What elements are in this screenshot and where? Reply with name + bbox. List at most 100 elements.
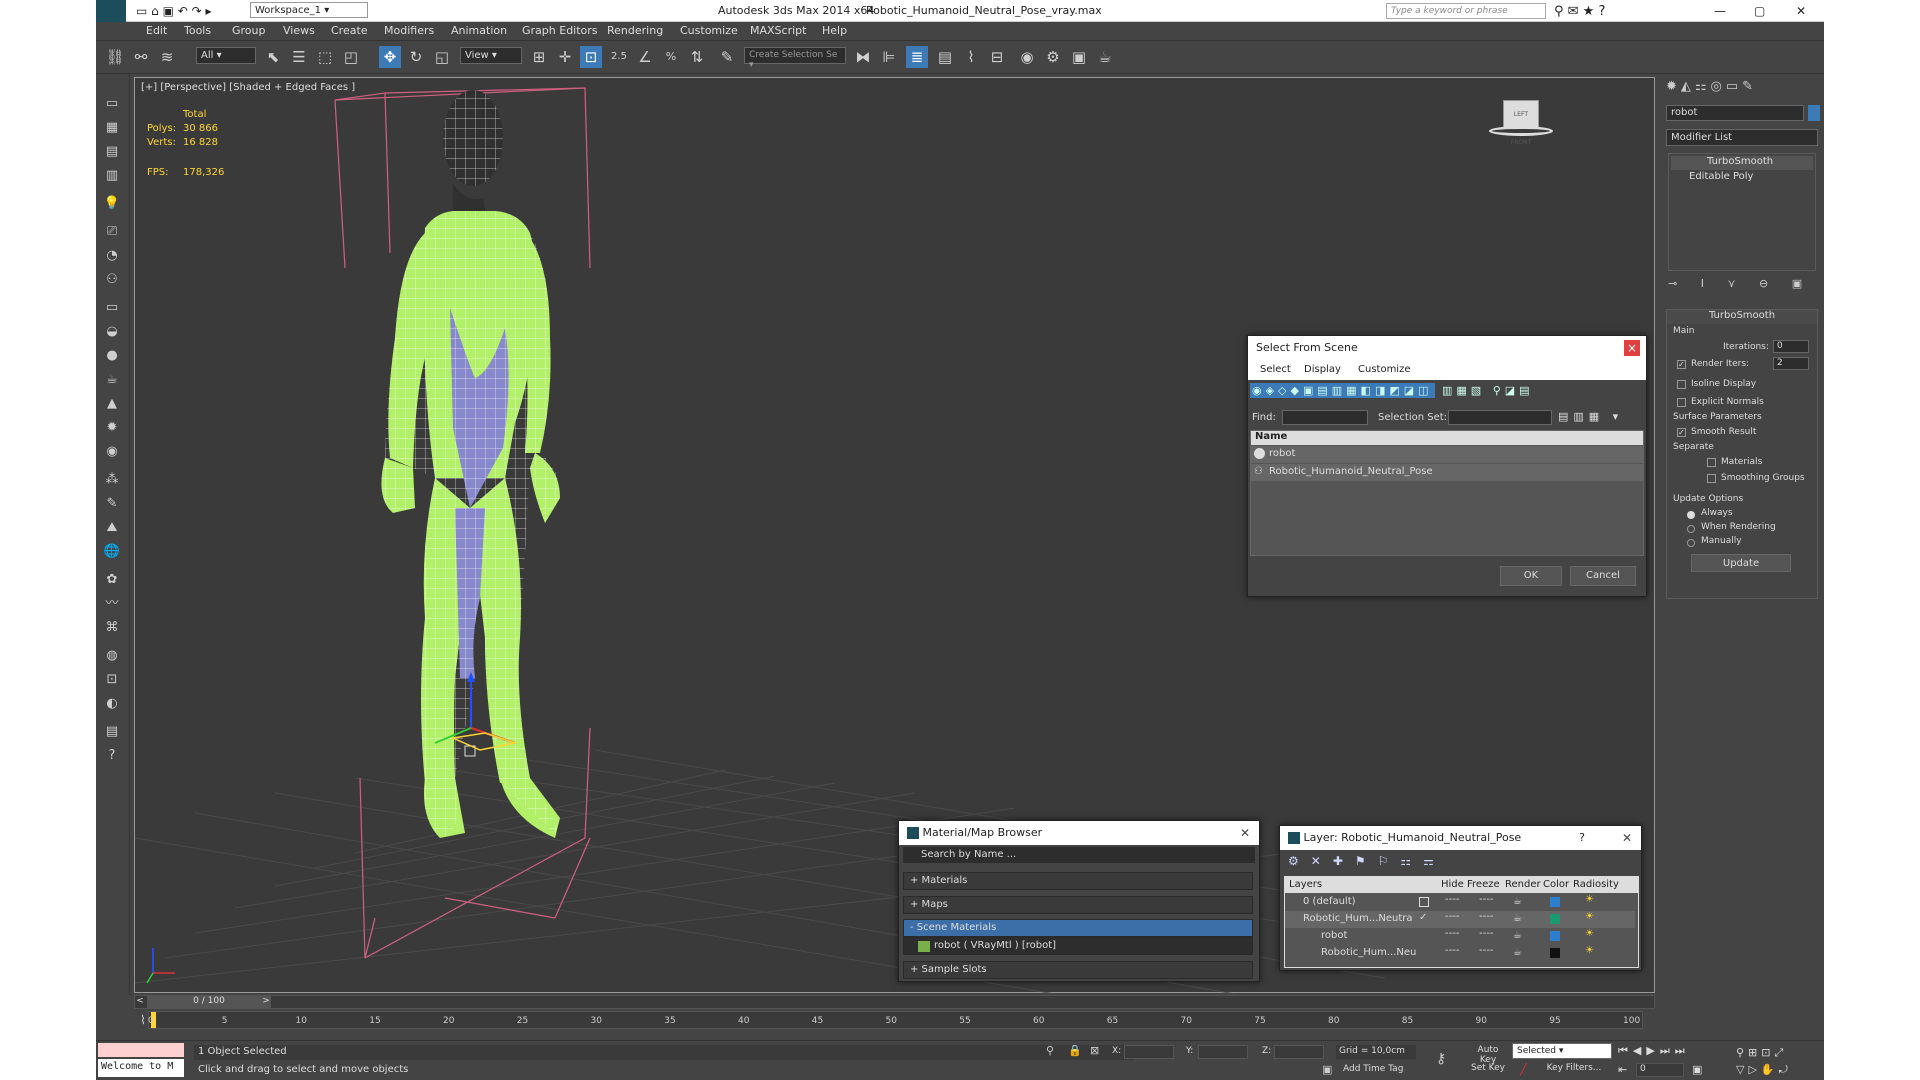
percent-snap-icon[interactable]: % xyxy=(660,46,682,68)
layer-color-swatch[interactable] xyxy=(1550,931,1560,941)
infocenter-icons[interactable]: ⚲ ✉ ★ ? xyxy=(1554,4,1605,19)
modifier-editable-poly[interactable]: Editable Poly xyxy=(1671,171,1813,185)
rectangular-selection-icon[interactable]: ⬚ xyxy=(314,46,336,68)
materials-checkbox[interactable] xyxy=(1707,458,1716,467)
col-layers[interactable]: Layers xyxy=(1289,879,1322,890)
radiosity-icon[interactable]: ☀ xyxy=(1585,911,1594,922)
render-teapot-icon[interactable]: ☕ xyxy=(1513,913,1522,924)
hide-toggle[interactable]: ---- xyxy=(1445,911,1459,922)
spinner-snap-icon[interactable]: ⇅ xyxy=(686,46,708,68)
col-freeze[interactable]: Freeze xyxy=(1467,879,1500,890)
select-and-rotate-icon[interactable]: ↻ xyxy=(405,46,427,68)
app-logo-icon[interactable] xyxy=(96,0,126,22)
material-ball-icon[interactable]: ◍ xyxy=(102,646,122,666)
object-name-input[interactable]: robot xyxy=(1666,105,1804,121)
link-icon[interactable]: ⛓ xyxy=(104,46,126,68)
schematic-view-icon[interactable]: ⊟ xyxy=(986,46,1008,68)
key-selection-select[interactable]: Selected ▾ xyxy=(1512,1043,1612,1059)
list-item[interactable]: robot xyxy=(1251,446,1643,463)
graphite-tools-icon[interactable]: ▤ xyxy=(934,46,956,68)
maxscript-listener[interactable]: Welcome to M xyxy=(98,1059,184,1077)
explicit-normals-checkbox[interactable] xyxy=(1677,398,1686,407)
window-crossing-icon[interactable]: ◰ xyxy=(340,46,362,68)
sphere-icon[interactable]: ● xyxy=(102,346,122,366)
teapot-icon[interactable]: ☕ xyxy=(102,370,122,390)
search-input[interactable]: Type a keyword or phrase xyxy=(1386,3,1546,19)
layer-color-swatch[interactable] xyxy=(1550,948,1560,958)
slider-prev-icon[interactable]: < xyxy=(135,996,145,1008)
freeze-toggle[interactable]: ---- xyxy=(1479,945,1493,956)
maxscript-listener-pink[interactable] xyxy=(98,1043,184,1057)
current-layer-checkbox[interactable] xyxy=(1419,897,1429,907)
radiosity-icon[interactable]: ☀ xyxy=(1585,894,1594,905)
command-panel-tabs[interactable]: ✹◭⚏◎▭✎ xyxy=(1666,79,1816,97)
layer-help-icon[interactable]: ? xyxy=(1579,831,1585,844)
materials-section[interactable]: + Materials xyxy=(903,872,1253,890)
viewport-icon-3[interactable]: ▤ xyxy=(102,142,122,162)
select-and-scale-icon[interactable]: ◱ xyxy=(431,46,453,68)
layer-dialog-close-icon[interactable]: ✕ xyxy=(1619,830,1635,846)
freeze-toggle[interactable]: ---- xyxy=(1479,894,1493,905)
helper-icon[interactable]: ◔ xyxy=(102,246,122,266)
current-layer-check-icon[interactable]: ✓ xyxy=(1419,912,1427,923)
bind-space-warp-icon[interactable]: ≋ xyxy=(156,46,178,68)
help-icon[interactable]: ? xyxy=(102,746,122,766)
hide-toggle[interactable]: ---- xyxy=(1445,945,1459,956)
selection-filter-select[interactable]: All ▾ xyxy=(196,47,256,64)
plant-icon[interactable]: ✿ xyxy=(102,570,122,590)
manually-radio[interactable] xyxy=(1687,539,1695,547)
col-color[interactable]: Color xyxy=(1543,879,1569,890)
time-configuration-icon[interactable]: ▣ xyxy=(1692,1063,1702,1076)
edit-named-selection-icon[interactable]: ✎ xyxy=(716,46,738,68)
object-color-swatch[interactable] xyxy=(1808,105,1820,121)
menu-animation[interactable]: Animation xyxy=(451,24,507,37)
scene-icon[interactable]: ⊡ xyxy=(102,670,122,690)
mountain-icon[interactable]: ⛰ xyxy=(102,518,122,538)
menu-help[interactable]: Help xyxy=(822,24,847,37)
radiosity-icon[interactable]: ☀ xyxy=(1585,945,1594,956)
always-radio[interactable] xyxy=(1687,511,1695,519)
freeze-toggle[interactable]: ---- xyxy=(1479,911,1493,922)
mirror-icon[interactable]: ⧓ xyxy=(852,46,874,68)
select-manipulate-icon[interactable]: ✛ xyxy=(554,46,576,68)
x-coord-input[interactable] xyxy=(1124,1045,1174,1059)
iterations-spinner[interactable]: 0 xyxy=(1773,340,1809,353)
viewport-icon-1[interactable]: ▭ xyxy=(102,94,122,114)
cancel-button[interactable]: Cancel xyxy=(1570,566,1636,586)
ok-button[interactable]: OK xyxy=(1500,566,1562,586)
rollout-title[interactable]: TurboSmooth xyxy=(1667,310,1817,324)
lock-selection-icon[interactable]: 🔒 xyxy=(1068,1044,1082,1057)
rendered-frame-window-icon[interactable]: ▣ xyxy=(1068,46,1090,68)
smooth-result-checkbox[interactable]: ✓ xyxy=(1677,428,1686,437)
snaps-toggle-icon[interactable]: 2.5 xyxy=(608,46,630,68)
table-row[interactable]: Robotic_Hum...Neu ---- ---- ☕ ☀ xyxy=(1285,945,1635,962)
slider-next-icon[interactable]: > xyxy=(261,996,271,1008)
sample-slots-section[interactable]: + Sample Slots xyxy=(903,961,1253,979)
close-button[interactable]: ✕ xyxy=(1796,4,1806,18)
render-setup-icon[interactable]: ⚙ xyxy=(1042,46,1064,68)
menu-graph-editors[interactable]: Graph Editors xyxy=(522,24,598,37)
named-selection-set-input[interactable]: Create Selection Se ▾ xyxy=(744,47,846,70)
menu-group[interactable]: Group xyxy=(232,24,266,37)
absolute-mode-icon[interactable]: ⊠ xyxy=(1090,1044,1099,1057)
time-slider-thumb[interactable]: 0 / 100 xyxy=(147,996,271,1008)
menu-create[interactable]: Create xyxy=(331,24,368,37)
stack-tools-icons[interactable]: ⊸ I ⋎ ⊖ ▣ xyxy=(1668,277,1816,295)
viewport-navigation-icons[interactable]: ⚲⊞⊡⤢ ▽▷✋⤾ xyxy=(1736,1044,1820,1078)
select-filter-toolbar[interactable]: ◉◈◇◆▣▤▥▦◧◨◩◪◫ ▥▦▧ ⚲◪▤ xyxy=(1250,383,1644,404)
cone-icon[interactable]: ◒ xyxy=(102,322,122,342)
disc-icon[interactable]: ◉ xyxy=(102,442,122,462)
material-browser-close-icon[interactable]: ✕ xyxy=(1237,825,1253,841)
y-coord-input[interactable] xyxy=(1198,1045,1248,1059)
key-icon[interactable]: ⚷ xyxy=(1436,1051,1446,1067)
select-menu-customize[interactable]: Customize xyxy=(1358,364,1411,375)
isoline-checkbox[interactable] xyxy=(1677,380,1686,389)
keyboard-shortcut-override-icon[interactable]: ⊡ xyxy=(580,46,602,68)
light-bulb-icon[interactable]: 💡 xyxy=(102,194,122,214)
environment-icon[interactable]: ◐ xyxy=(102,694,122,714)
table-row[interactable]: robot ---- ---- ☕ ☀ xyxy=(1285,928,1635,945)
layer-color-swatch[interactable] xyxy=(1550,897,1560,907)
minimize-button[interactable]: — xyxy=(1714,4,1726,18)
set-key-button[interactable]: Set Key xyxy=(1468,1063,1508,1077)
add-time-tag[interactable]: Add Time Tag xyxy=(1340,1063,1420,1077)
